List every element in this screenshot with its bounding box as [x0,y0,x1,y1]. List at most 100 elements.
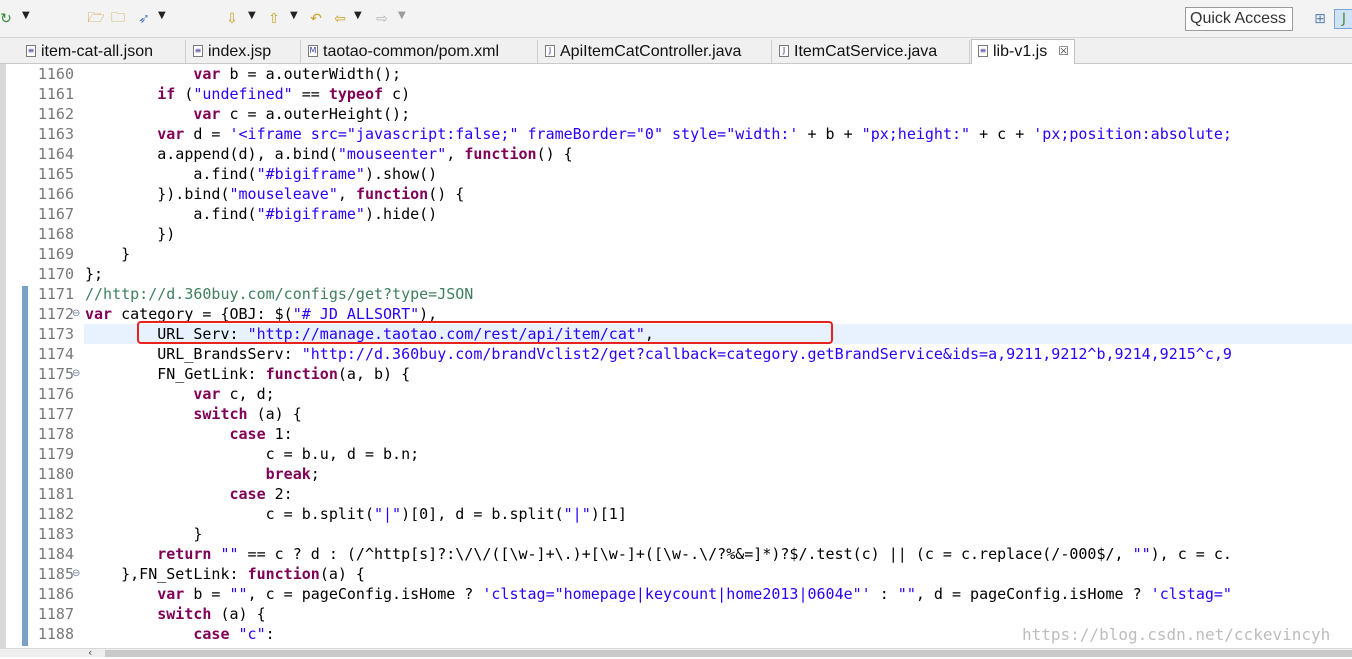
code-line[interactable]: 1176 var c, d; [0,384,1352,404]
code-text: a.find("#bigiframe").show() [85,165,438,183]
code-text: var c, d; [193,385,275,403]
quick-access-input[interactable]: Quick Access [1185,7,1293,31]
line-number: 1182 [37,505,74,523]
code-line[interactable]: 1170}; [0,264,1352,284]
java-perspective-icon[interactable]: J [1334,9,1352,29]
line-number: 1175 [37,365,74,383]
code-line[interactable]: 1167 a.find("#bigiframe").hide() [0,204,1352,224]
open-project-icon[interactable]: 🗀 [108,9,128,29]
chevron-down-icon[interactable]: ▼ [398,10,406,21]
code-line[interactable]: 1187 switch (a) { [0,604,1352,624]
open-folder-icon[interactable]: 🗁 [86,9,106,29]
code-text: if ("undefined" == typeof c) [157,85,411,103]
highlight-box [137,321,833,344]
code-text: case 2: [229,485,293,503]
open-perspective-icon[interactable]: ⊞ [1310,9,1330,29]
code-text: } [85,525,203,543]
code-line[interactable]: 1174 URL_BrandsServ: "http://d.360buy.co… [0,344,1352,364]
code-line[interactable]: 1184 return "" == c ? d : (/^http[s]?:\/… [0,544,1352,564]
code-line[interactable]: 1171 //http://d.360buy.com/configs/get?ty… [0,284,1352,304]
watermark: https://blog.csdn.net/cckevincyh [1022,625,1331,644]
code-text: case 1: [229,425,293,443]
line-number: 1162 [37,105,74,123]
line-number: 1183 [37,525,74,543]
tab-index-jsp[interactable]: ≡ index.jsp [187,40,301,63]
line-number: 1180 [37,465,74,483]
chevron-down-icon[interactable]: ▼ [290,10,298,21]
code-text: switch (a) { [193,405,302,423]
tab-lib-v1-js[interactable]: ≡ lib-v1.js ☒ [971,39,1075,64]
line-number: 1178 [37,425,74,443]
code-line[interactable]: 1185 ⊖ },FN_SetLink: function(a) { [0,564,1352,584]
tab-api-item-cat-controller[interactable]: J ApiItemCatController.java [539,40,772,63]
line-number: 1167 [37,205,74,223]
line-number: 1173 [37,325,74,343]
horizontal-scrollbar[interactable]: ‹ [0,646,1352,659]
code-line[interactable]: 1182 c = b.split("|")[0], d = b.split("|… [0,504,1352,524]
chevron-down-icon[interactable]: ▼ [22,10,30,21]
line-number: 1181 [37,485,74,503]
code-text: var d = '<iframe src="javascript:false;"… [157,125,1232,143]
java-file-icon: J [779,45,789,57]
maven-file-icon: M [308,45,318,57]
next-annotation-icon[interactable]: ⇩ [222,9,242,29]
code-line[interactable]: 1183 } [0,524,1352,544]
code-line[interactable]: 1160 var b = a.outerWidth(); [0,64,1352,84]
tab-pom-xml[interactable]: M taotao-common/pom.xml [302,40,538,63]
java-file-icon: J [545,45,555,57]
code-text: a.append(d), a.bind("mouseenter", functi… [85,145,573,163]
code-text: } [85,245,131,263]
last-edit-icon[interactable]: ↶ [306,9,326,29]
code-editor[interactable]: 1160 var b = a.outerWidth(); 1161 if ("un… [0,64,1352,648]
code-text: }).bind("mouseleave", function() { [85,185,465,203]
code-line[interactable]: 1179 c = b.u, d = b.n; [0,444,1352,464]
line-number: 1187 [37,605,74,623]
code-text: var b = a.outerWidth(); [193,65,402,83]
line-number: 1170 [37,265,74,283]
back-icon[interactable]: ⇦ [330,9,350,29]
code-line[interactable]: 1164 a.append(d), a.bind("mouseenter", f… [0,144,1352,164]
code-line[interactable]: 1162 var c = a.outerHeight(); [0,104,1352,124]
chevron-down-icon[interactable]: ▼ [248,10,256,21]
close-tab-icon[interactable]: ☒ [1058,40,1069,62]
line-number: 1166 [37,185,74,203]
line-number: 1165 [37,165,74,183]
code-text: }; [85,265,104,283]
tab-item-cat-all-json[interactable]: ≡ item-cat-all.json [20,40,186,63]
code-line[interactable]: 1169 } [0,244,1352,264]
fold-toggle-icon[interactable]: ⊖ [72,304,80,324]
code-line[interactable]: 1165 a.find("#bigiframe").show() [0,164,1352,184]
code-text: switch (a) { [157,605,266,623]
code-line[interactable]: 1186 var b = "", c = pageConfig.isHome ?… [0,584,1352,604]
code-line[interactable]: 1180 break; [0,464,1352,484]
code-text: FN_GetLink: function(a, b) { [85,365,411,383]
refresh-icon[interactable]: ↻ [0,9,16,29]
tab-item-cat-service[interactable]: J ItemCatService.java [773,40,970,63]
line-number: 1164 [37,145,74,163]
code-line[interactable]: 1166 }).bind("mouseleave", function() { [0,184,1352,204]
run-icon[interactable]: ➶ [134,9,154,29]
code-line[interactable]: 1181 case 2: [0,484,1352,504]
scroll-left-icon[interactable]: ‹ [88,646,92,659]
code-line[interactable]: 1178 case 1: [0,424,1352,444]
line-number: 1184 [37,545,74,563]
code-text: c = b.split("|")[0], d = b.split("|")[1] [85,505,627,523]
code-text: c = b.u, d = b.n; [85,445,420,463]
code-line[interactable]: 1168 }) [0,224,1352,244]
prev-annotation-icon[interactable]: ⇧ [264,9,284,29]
main-toolbar: ↻ ▼ 🗁 🗀 ➶ ▼ ⇩ ▼ ⇧ ▼ ↶ ⇦ ▼ ⇨ ▼ Quick Acce… [0,0,1352,38]
line-number: 1179 [37,445,74,463]
scrollbar-thumb[interactable] [105,650,1352,657]
code-line[interactable]: 1175 ⊖ FN_GetLink: function(a, b) { [0,364,1352,384]
code-line[interactable]: 1177 switch (a) { [0,404,1352,424]
chevron-down-icon[interactable]: ▼ [158,10,166,21]
fold-toggle-icon[interactable]: ⊖ [72,564,80,584]
code-text: return "" == c ? d : (/^http[s]?:\/\/([\… [157,545,1232,563]
code-line[interactable]: 1163 var d = '<iframe src="javascript:fa… [0,124,1352,144]
line-number: 1163 [37,125,74,143]
code-text: var c = a.outerHeight(); [193,105,411,123]
chevron-down-icon[interactable]: ▼ [354,10,362,21]
code-line[interactable]: 1161 if ("undefined" == typeof c) [0,84,1352,104]
fold-toggle-icon[interactable]: ⊖ [72,364,80,384]
forward-icon[interactable]: ⇨ [372,9,392,29]
